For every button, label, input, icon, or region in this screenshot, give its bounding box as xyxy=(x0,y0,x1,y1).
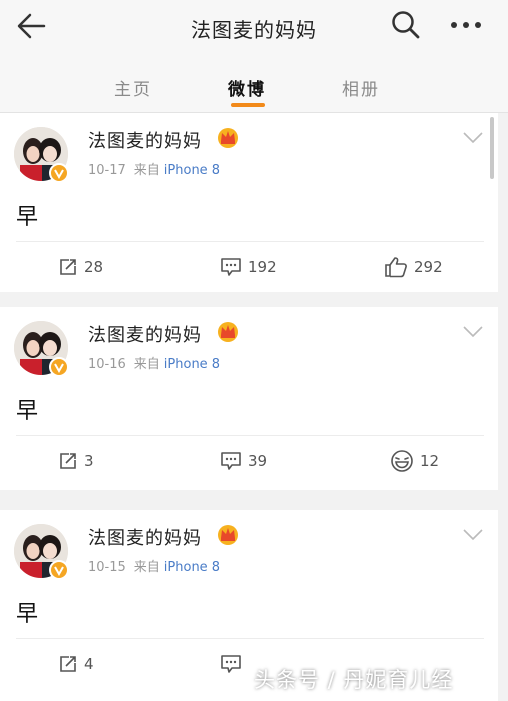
tab-album[interactable]: 相册 xyxy=(342,75,380,100)
chevron-down-icon[interactable] xyxy=(462,131,484,145)
vip-crown-icon xyxy=(218,525,238,545)
top-bar: 法图麦的妈妈 xyxy=(0,0,508,55)
repost-button[interactable]: 28 xyxy=(58,256,103,278)
vip-crown-icon xyxy=(218,322,238,342)
post-date: 10-16 xyxy=(88,357,126,372)
profile-tabs: 主页 微博 相册 xyxy=(0,55,508,113)
thumbs-up-icon xyxy=(385,257,407,278)
scrollbar[interactable] xyxy=(490,117,494,179)
comment-button[interactable]: 39 xyxy=(220,450,267,472)
comment-button[interactable]: 192 xyxy=(220,256,277,278)
post-text: 早 xyxy=(16,205,39,230)
laughing-face-icon xyxy=(391,450,413,472)
active-tab-indicator xyxy=(231,103,265,107)
post-date: 10-15 xyxy=(88,560,126,575)
tab-home[interactable]: 主页 xyxy=(114,75,152,100)
comment-icon xyxy=(221,655,241,673)
post-source[interactable]: iPhone 8 xyxy=(164,560,220,575)
from-label: 来自 xyxy=(133,560,160,575)
comment-count: 39 xyxy=(248,452,268,470)
search-icon[interactable] xyxy=(390,9,422,41)
repost-icon xyxy=(60,656,76,672)
post-source[interactable]: iPhone 8 xyxy=(164,357,220,372)
tab-weibo[interactable]: 微博 xyxy=(228,75,266,100)
repost-button[interactable]: 4 xyxy=(58,653,94,675)
page-title: 法图麦的妈妈 xyxy=(191,18,317,42)
verified-badge-icon xyxy=(49,357,69,377)
post-meta: 10-16 来自 iPhone 8 xyxy=(88,353,220,372)
watermark: 头条号 / 丹妮育儿经 xyxy=(254,668,454,692)
comment-icon xyxy=(221,258,241,276)
repost-count: 4 xyxy=(84,655,94,673)
chevron-down-icon[interactable] xyxy=(462,325,484,339)
post-meta: 10-17 来自 iPhone 8 xyxy=(88,159,220,178)
comment-button[interactable] xyxy=(220,653,248,675)
more-dots-icon[interactable] xyxy=(446,10,486,40)
verified-badge-icon xyxy=(49,560,69,580)
repost-button[interactable]: 3 xyxy=(58,450,94,472)
vip-crown-icon xyxy=(218,128,238,148)
repost-count: 28 xyxy=(84,258,104,276)
like-button[interactable]: 12 xyxy=(390,450,439,472)
chevron-down-icon[interactable] xyxy=(462,528,484,542)
post-card[interactable]: 法图麦的妈妈 10-17 来自 iPhone 8 早 28 192 292 xyxy=(0,113,498,292)
divider xyxy=(16,638,484,639)
repost-icon xyxy=(60,259,76,275)
post-source[interactable]: iPhone 8 xyxy=(164,163,220,178)
comment-count: 192 xyxy=(248,258,277,276)
comment-icon xyxy=(221,452,241,470)
author-name[interactable]: 法图麦的妈妈 xyxy=(88,321,202,347)
verified-badge-icon xyxy=(49,163,69,183)
post-card[interactable]: 法图麦的妈妈 10-16 来自 iPhone 8 早 3 39 12 xyxy=(0,307,498,490)
divider xyxy=(16,435,484,436)
post-date: 10-17 xyxy=(88,163,126,178)
like-count: 292 xyxy=(414,258,443,276)
from-label: 来自 xyxy=(133,357,160,372)
author-name[interactable]: 法图麦的妈妈 xyxy=(88,127,202,153)
like-button[interactable]: 292 xyxy=(384,256,443,278)
repost-icon xyxy=(60,453,76,469)
repost-count: 3 xyxy=(84,452,94,470)
author-name[interactable]: 法图麦的妈妈 xyxy=(88,524,202,550)
divider xyxy=(16,241,484,242)
from-label: 来自 xyxy=(133,163,160,178)
post-text: 早 xyxy=(16,399,39,424)
post-meta: 10-15 来自 iPhone 8 xyxy=(88,556,220,575)
post-text: 早 xyxy=(16,602,39,627)
like-count: 12 xyxy=(420,452,440,470)
